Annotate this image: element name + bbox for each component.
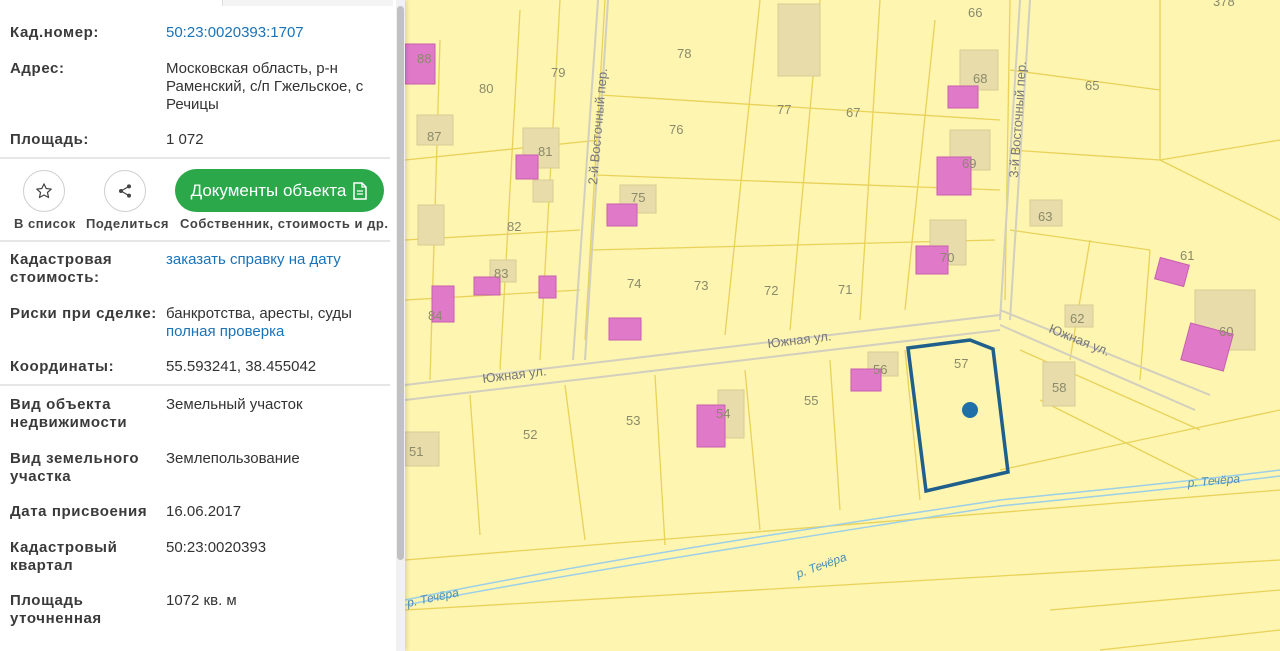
favorite-button[interactable] [23,170,65,212]
area-row: Площадь: 1 072 [0,131,390,153]
star-icon [36,183,52,199]
order-certificate-link[interactable]: заказать справку на дату [166,251,381,269]
land-type-row: Вид земельного участка Землепользование [0,450,390,492]
document-icon [353,181,368,200]
parcel-number-60: 60 [1219,324,1233,339]
documents-button-label: Документы объекта [190,180,347,200]
parcel-number-55: 55 [804,393,818,408]
parcel-number-83: 83 [494,266,508,281]
parcel-number-88: 88 [417,51,431,66]
coordinates-value: 55.593241, 38.455042 [166,358,317,375]
parcel-number-53: 53 [626,413,640,428]
parcel-number-66: 66 [968,5,982,20]
refined-area-row: Площадь уточненная 1072 кв. м [0,592,390,634]
documents-button[interactable]: Документы объекта [175,169,384,212]
area-label: Площадь: [10,131,89,148]
parcel-number-74: 74 [627,276,641,291]
parcel-number-75: 75 [631,190,645,205]
share-button[interactable] [104,170,146,212]
parcel-number-81: 81 [538,144,552,159]
cadastral-quarter-value: 50:23:0020393 [166,539,267,556]
address-row: Адрес: Московская область, р-н Раменский… [0,60,390,120]
land-type-label: Вид земельного участка [10,450,140,485]
parcel-number-77: 77 [777,102,791,117]
parcel-number-69: 69 [962,156,976,171]
parcel-number-63: 63 [1038,209,1052,224]
refined-area-label: Площадь уточненная [10,592,102,627]
parcel-number-84: 84 [428,308,442,323]
cadastral-value-row: Кадастровая стоимость: заказать справку … [0,251,390,293]
parcel-number-76: 76 [669,122,683,137]
cadastral-number-link[interactable]: 50:23:0020393:1707 [166,24,381,42]
divider [0,157,390,159]
cadastral-quarter-label: Кадастровый квартал [10,539,118,574]
parcel-number-70: 70 [940,250,954,265]
divider [0,384,390,386]
object-type-value: Земельный участок [166,396,303,413]
panel-scrollbar-thumb[interactable] [397,6,404,560]
parcel-number-57: 57 [954,356,968,371]
parcel-number-80: 80 [479,81,493,96]
area-value: 1 072 [166,131,204,148]
address-value: Московская область, р-н Раменский, с/п Г… [166,60,364,113]
risks-value: банкротства, аресты, суды [166,305,352,322]
parcel-number-56: 56 [873,362,887,377]
parcel-number-67: 67 [846,105,860,120]
share-icon [119,184,131,198]
parcel-number-54: 54 [716,406,730,421]
cadastral-quarter-row: Кадастровый квартал 50:23:0020393 [0,539,390,581]
panel-tab-strip [222,0,393,6]
parcel-number-51: 51 [409,444,423,459]
parcel-number-87: 87 [427,129,441,144]
refined-area-value: 1072 кв. м [166,592,237,609]
parcel-number-79: 79 [551,65,565,80]
parcel-number-68: 68 [973,71,987,86]
favorite-caption[interactable]: В список [14,216,76,231]
coordinates-row: Координаты: 55.593241, 38.455042 [0,358,390,380]
assignment-date-row: Дата присвоения 16.06.2017 [0,503,390,525]
risks-label: Риски при сделке: [10,305,157,322]
parcel-number-73: 73 [694,278,708,293]
parcel-number-378: 378 [1213,0,1235,9]
full-check-link[interactable]: полная проверка [166,323,381,341]
parcel-number-71: 71 [838,282,852,297]
object-type-label: Вид объекта недвижимости [10,396,128,431]
object-info-panel: Кад.номер: 50:23:0020393:1707 Адрес: Мос… [0,0,405,651]
cadastral-value-label: Кадастровая стоимость: [10,251,113,286]
cadastral-number-row: Кад.номер: 50:23:0020393:1707 [0,24,390,46]
address-label: Адрес: [10,60,65,77]
parcel-number-78: 78 [677,46,691,61]
land-type-value: Землепользование [166,450,300,467]
share-caption[interactable]: Поделиться [86,216,169,231]
documents-caption: Собственник, стоимость и др. [180,216,389,231]
assignment-date-value: 16.06.2017 [166,503,242,520]
parcel-number-72: 72 [764,283,778,298]
parcel-number-61: 61 [1180,248,1194,263]
object-type-row: Вид объекта недвижимости Земельный участ… [0,396,390,438]
parcel-number-52: 52 [523,427,537,442]
parcel-number-82: 82 [507,219,521,234]
risks-row: Риски при сделке: банкротства, аресты, с… [0,305,390,347]
cadastral-number-label: Кад.номер: [10,24,99,41]
divider [0,240,390,242]
coordinates-label: Координаты: [10,358,115,375]
parcel-number-62: 62 [1070,311,1084,326]
selected-parcel-marker[interactable] [962,402,978,418]
parcel-number-65: 65 [1085,78,1099,93]
parcel-number-58: 58 [1052,380,1066,395]
assignment-date-label: Дата присвоения [10,503,148,520]
